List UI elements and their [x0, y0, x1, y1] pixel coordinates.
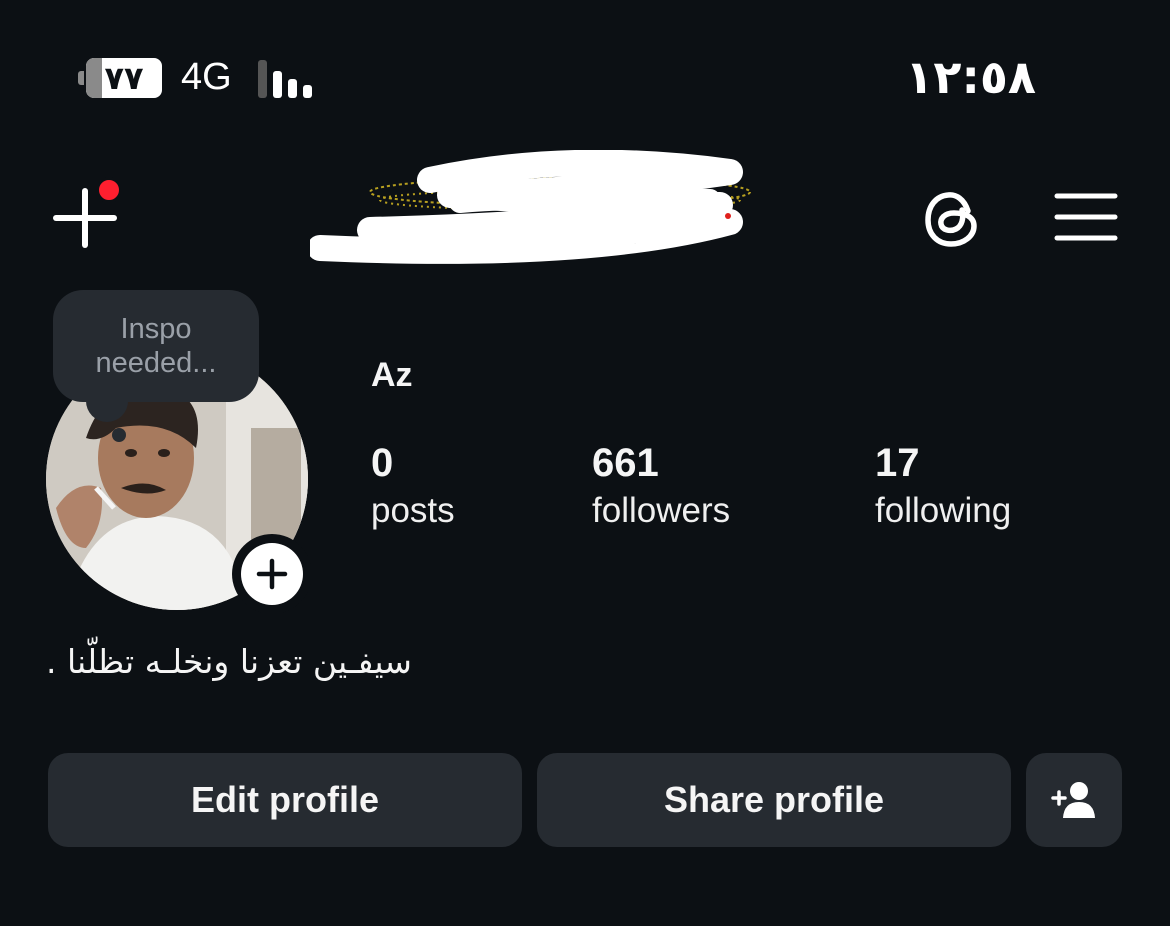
followers-label: followers	[592, 491, 731, 530]
followers-stat[interactable]: 661 followers	[592, 440, 730, 536]
hamburger-menu-icon[interactable]	[1054, 192, 1118, 242]
add-story-button-circle	[241, 543, 303, 605]
threads-icon[interactable]	[920, 186, 986, 252]
status-time: ١٢:٥٨	[905, 50, 1036, 104]
battery-nub	[78, 71, 84, 85]
posts-count: 0	[371, 441, 394, 485]
note-bubble-tail-dot	[112, 428, 126, 442]
followers-count: 661	[592, 441, 659, 485]
note-text: Inspo needed...	[95, 313, 217, 379]
posts-label: posts	[371, 491, 455, 530]
following-stat[interactable]: 17 following	[875, 440, 1011, 536]
redacted-username-scribble	[310, 150, 751, 264]
profile-name: Az	[371, 356, 413, 394]
edit-profile-button[interactable]: Edit profile	[48, 753, 522, 847]
share-profile-label: Share profile	[663, 779, 885, 820]
notification-dot	[96, 177, 122, 203]
profile-bio: سيفـين تعزنا ونخلـه تظلّنا .	[46, 642, 412, 681]
following-count: 17	[875, 441, 920, 485]
note-bubble[interactable]: Inspo needed...	[53, 290, 259, 402]
posts-stat[interactable]: 0 posts	[371, 440, 455, 536]
signal-strength-icon	[258, 60, 312, 98]
add-person-icon	[1051, 782, 1095, 818]
edit-profile-label: Edit profile	[191, 779, 379, 820]
network-type: 4G	[181, 56, 232, 98]
battery-indicator: ٧٧	[86, 58, 162, 98]
plus-icon	[256, 558, 288, 590]
battery-level: ٧٧	[104, 59, 144, 97]
share-profile-button[interactable]: Share profile	[537, 753, 1011, 847]
following-label: following	[875, 491, 1012, 530]
battery-low-segment	[86, 58, 102, 98]
add-story-button[interactable]	[232, 534, 312, 614]
discover-people-button[interactable]	[1026, 753, 1122, 847]
